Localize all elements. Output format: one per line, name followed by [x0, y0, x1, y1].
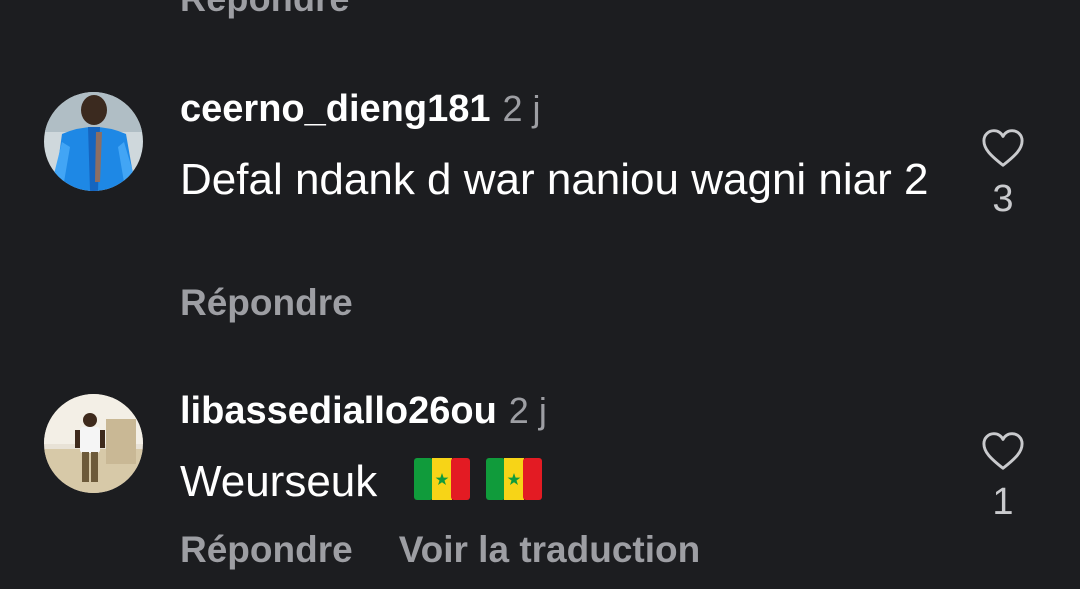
comment-meta: libassediallo26ou 2 j — [180, 390, 547, 438]
comment-text: Weurseuk 🇸🇳 🇸🇳 — [180, 454, 940, 528]
like-count: 1 — [992, 481, 1014, 523]
heart-outline-icon[interactable] — [981, 128, 1025, 168]
reply-button[interactable]: Répondre — [180, 0, 350, 20]
comment-actions: Répondre Voir la traduction — [180, 529, 746, 571]
username[interactable]: ceerno_dieng181 — [180, 88, 490, 131]
reply-button[interactable]: Répondre — [180, 529, 353, 571]
translate-button[interactable]: Voir la traduction — [399, 529, 701, 571]
like-control[interactable]: 3 — [976, 128, 1030, 221]
avatar[interactable] — [44, 92, 143, 191]
senegal-flag-icon — [485, 458, 542, 500]
timestamp: 2 j — [502, 88, 541, 129]
avatar[interactable] — [44, 394, 143, 493]
comment-meta: ceerno_dieng181 2 j — [180, 88, 541, 136]
senegal-flag-icon — [413, 458, 470, 500]
timestamp: 2 j — [508, 390, 547, 431]
comment-text-content: Weurseuk — [180, 457, 378, 506]
like-control[interactable]: 1 — [976, 431, 1030, 524]
comments-page: Répondre ceerno_dieng181 2 j Defal ndank… — [0, 0, 1080, 589]
comment-text: Defal ndank d war naniou wagni niar 2 — [180, 155, 929, 204]
like-count: 3 — [992, 178, 1014, 220]
heart-outline-icon[interactable] — [981, 431, 1025, 471]
comment-actions: Répondre — [180, 282, 399, 324]
reply-button[interactable]: Répondre — [180, 282, 353, 324]
username[interactable]: libassediallo26ou — [180, 390, 497, 433]
